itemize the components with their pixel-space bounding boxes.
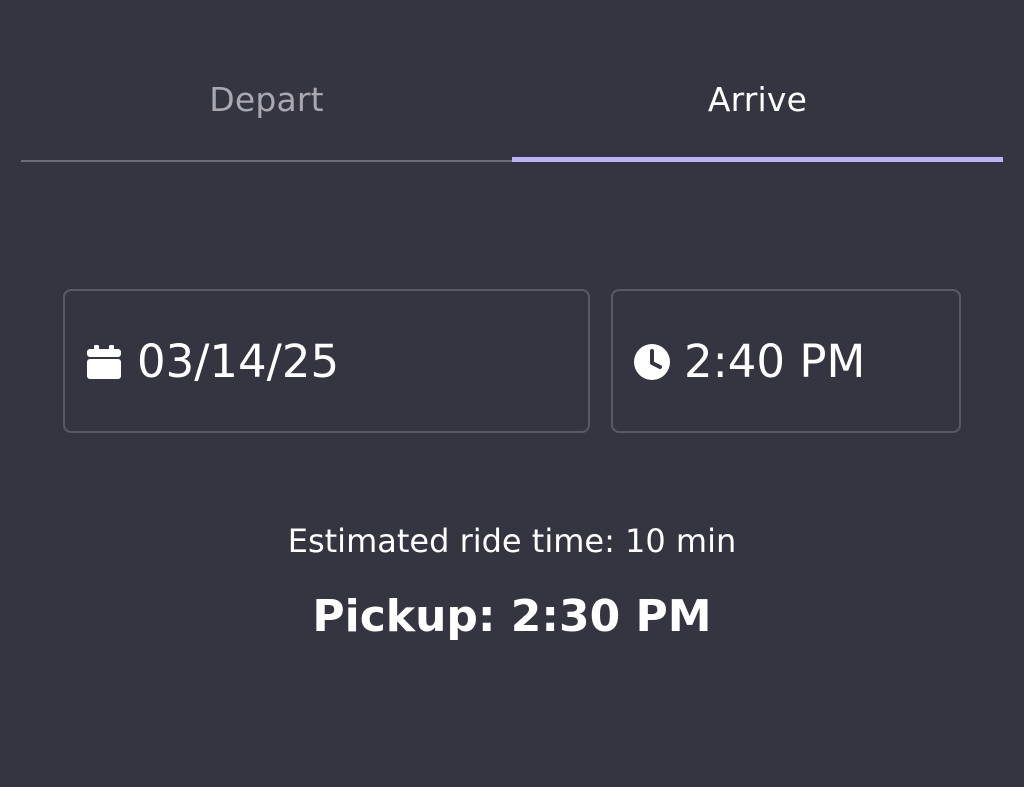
- tab-depart[interactable]: Depart: [21, 0, 512, 162]
- calendar-icon: [87, 345, 121, 379]
- pickup-time: Pickup: 2:30 PM: [312, 591, 712, 642]
- time-value: 2:40 PM: [684, 335, 866, 388]
- tab-arrive-label: Arrive: [707, 80, 808, 119]
- time-picker-field[interactable]: 2:40 PM: [611, 289, 961, 433]
- date-picker-field[interactable]: 03/14/25: [63, 289, 590, 433]
- date-value: 03/14/25: [137, 335, 340, 388]
- tab-arrive-active-indicator: [512, 157, 1003, 162]
- clock-icon: [634, 344, 670, 380]
- trip-mode-tabs: Depart Arrive: [21, 0, 1003, 162]
- tab-depart-label: Depart: [209, 80, 324, 119]
- estimated-ride-time: Estimated ride time: 10 min: [287, 522, 737, 560]
- tab-depart-underline: [21, 160, 512, 162]
- tab-arrive[interactable]: Arrive: [512, 0, 1003, 162]
